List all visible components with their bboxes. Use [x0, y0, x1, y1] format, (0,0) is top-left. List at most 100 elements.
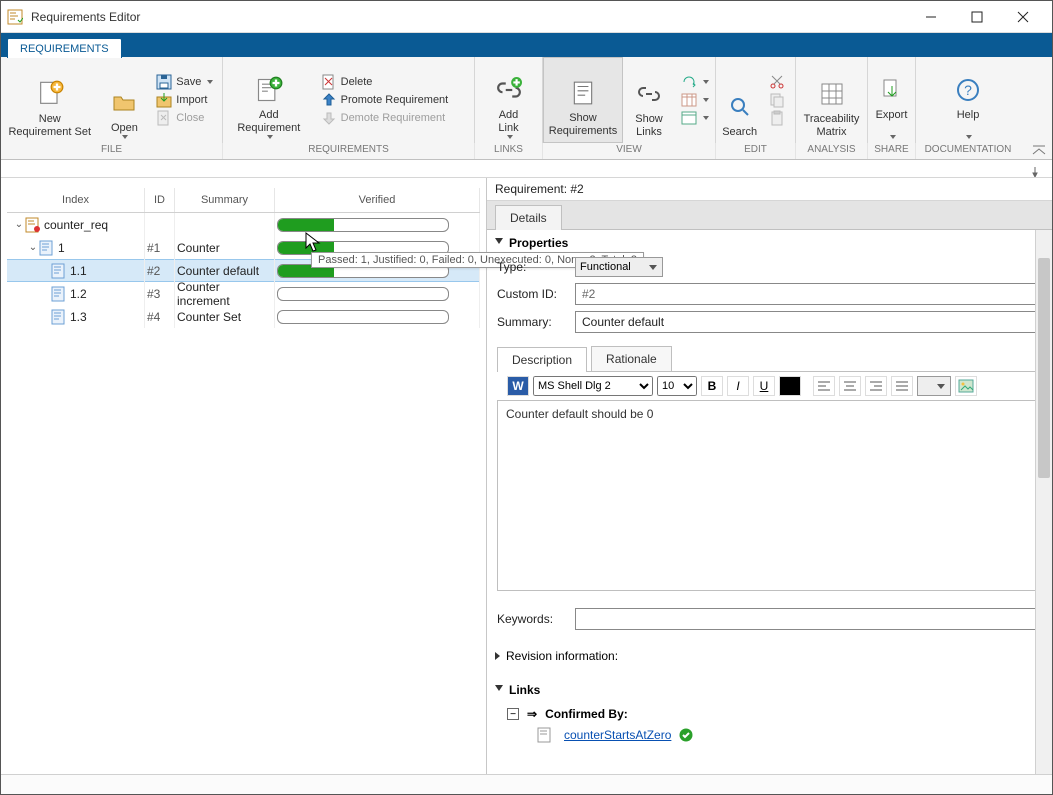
summary-label: Summary:	[497, 315, 567, 329]
close-button[interactable]	[1000, 2, 1046, 32]
col-index[interactable]: Index	[7, 188, 145, 212]
folder-open-icon	[107, 86, 141, 120]
save-icon	[156, 74, 172, 90]
add-link-button[interactable]: Add Link	[475, 57, 542, 143]
view-option1[interactable]	[681, 74, 709, 90]
new-requirement-set-button[interactable]: New Requirement Set	[1, 57, 99, 143]
tree-id: #1	[145, 236, 175, 259]
show-links-button[interactable]: Show Links	[623, 57, 675, 143]
req-header-prefix: Requirement:	[495, 182, 570, 196]
style-select[interactable]	[917, 376, 951, 396]
col-verified[interactable]: Verified	[275, 188, 480, 212]
save-label: Save	[176, 76, 201, 88]
columns-icon	[681, 92, 697, 108]
fontsize-select[interactable]: 10	[657, 376, 697, 396]
paste-button	[769, 110, 789, 126]
col-summary[interactable]: Summary	[175, 188, 275, 212]
cut-icon	[769, 74, 785, 90]
view-option3[interactable]	[681, 110, 709, 126]
font-select[interactable]: MS Shell Dlg 2	[533, 376, 653, 396]
word-icon[interactable]: W	[507, 376, 529, 396]
titlebar: Requirements Editor	[1, 1, 1052, 33]
confirmed-by-label: Confirmed By:	[545, 707, 628, 721]
tab-rationale[interactable]: Rationale	[591, 346, 672, 371]
align-right-button[interactable]	[865, 376, 887, 396]
group-links: LINKS	[475, 143, 543, 159]
vertical-scrollbar[interactable]	[1035, 230, 1052, 774]
add-requirement-button[interactable]: Add Requirement	[223, 57, 315, 143]
requirement-header: Requirement: #2	[487, 178, 1052, 201]
tab-details[interactable]: Details	[495, 205, 562, 230]
align-center-button[interactable]	[839, 376, 861, 396]
tree-row[interactable]: 1.2 #3 Counter increment	[7, 282, 480, 305]
req-header-id: #2	[570, 182, 583, 196]
keywords-field[interactable]	[575, 608, 1042, 630]
revision-section[interactable]: Revision information:	[487, 643, 1052, 667]
export-button[interactable]: Export	[868, 57, 915, 143]
tab-requirements[interactable]: REQUIREMENTS	[7, 38, 122, 58]
group-documentation: DOCUMENTATION	[916, 143, 1020, 159]
import-button[interactable]: Import	[156, 92, 216, 108]
summary-field[interactable]	[575, 311, 1042, 333]
color-button[interactable]	[779, 376, 801, 396]
tree-summary: Counter	[175, 236, 275, 259]
col-id[interactable]: ID	[145, 188, 175, 212]
tree-row[interactable]: 1.3 #4 Counter Set	[7, 305, 480, 328]
demote-icon	[321, 110, 337, 126]
details-panel: Requirement: #2 Details Properties Type:…	[487, 178, 1052, 774]
align-justify-button[interactable]	[891, 376, 913, 396]
help-button[interactable]: ? Help	[916, 57, 1020, 143]
bold-button[interactable]: B	[701, 376, 723, 396]
delete-label: Delete	[341, 76, 373, 88]
underline-button[interactable]: U	[753, 376, 775, 396]
search-button[interactable]: Search	[716, 57, 763, 143]
open-button[interactable]: Open	[99, 57, 151, 143]
tree-row[interactable]: ⌄ counter_req	[7, 213, 480, 236]
show-requirements-button[interactable]: Show Requirements	[543, 57, 623, 143]
tree-summary: Counter Set	[175, 305, 275, 328]
tree-index: 1	[58, 241, 65, 255]
scroll-thumb[interactable]	[1038, 258, 1050, 478]
req-icon	[51, 309, 67, 325]
editor-toolbar: W MS Shell Dlg 2 10 B I U	[497, 372, 1042, 401]
expand-toggle[interactable]: ⌄	[27, 242, 39, 253]
pin-icon[interactable]	[1030, 164, 1040, 174]
add-link-label: Add Link	[498, 109, 518, 135]
delete-icon	[321, 74, 337, 90]
group-view: VIEW	[543, 143, 716, 159]
promote-button[interactable]: Promote Requirement	[321, 92, 468, 108]
save-button[interactable]: Save	[156, 74, 216, 90]
description-textarea[interactable]: Counter default should be 0	[497, 401, 1042, 591]
custom-id-field[interactable]	[575, 283, 1042, 305]
expand-toggle[interactable]: ⌄	[13, 219, 25, 230]
image-button[interactable]	[955, 376, 977, 396]
tree-index: 1.1	[70, 264, 87, 278]
properties-section[interactable]: Properties	[487, 230, 1052, 254]
new-file-icon	[33, 77, 67, 111]
refresh-icon	[681, 74, 697, 90]
minimize-button[interactable]	[908, 2, 954, 32]
keywords-label: Keywords:	[497, 612, 567, 626]
links-section[interactable]: Links	[487, 677, 1052, 701]
align-left-button[interactable]	[813, 376, 835, 396]
paste-icon	[769, 110, 785, 126]
collapse-ribbon-icon[interactable]	[1032, 142, 1046, 160]
link-item[interactable]: counterStartsAtZero	[564, 728, 671, 742]
delete-button[interactable]: Delete	[321, 74, 468, 90]
tree-summary: Counter increment	[175, 282, 275, 305]
close-button-ribbon: Close	[156, 110, 216, 126]
view-option2[interactable]	[681, 92, 709, 108]
maximize-button[interactable]	[954, 2, 1000, 32]
window-title: Requirements Editor	[31, 10, 908, 24]
tree-index: 1.2	[70, 287, 87, 301]
traceability-button[interactable]: Traceability Matrix	[796, 57, 867, 143]
tree-panel: Index ID Summary Verified ⌄ counter_req …	[1, 178, 487, 774]
collapse-box[interactable]: −	[507, 708, 519, 720]
reqset-icon	[25, 217, 41, 233]
tree-id: #2	[145, 259, 175, 282]
tab-description[interactable]: Description	[497, 347, 587, 372]
type-select[interactable]: Functional	[575, 257, 663, 277]
italic-button[interactable]: I	[727, 376, 749, 396]
cut-button[interactable]	[769, 74, 789, 90]
show-requirements-label: Show Requirements	[549, 112, 617, 138]
